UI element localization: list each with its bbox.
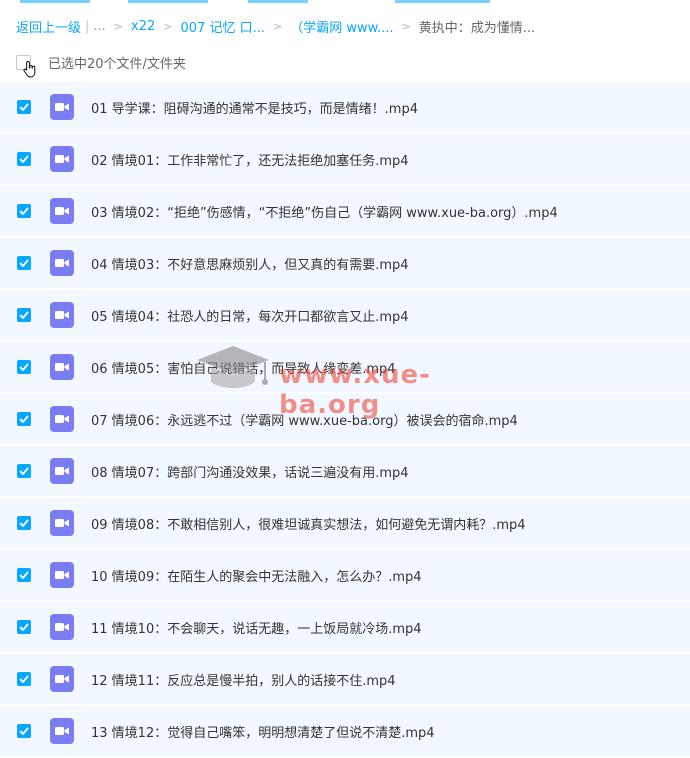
back-link[interactable]: 返回上一级 [16,17,81,36]
checkbox-checked-icon[interactable] [17,360,31,374]
file-name[interactable]: 05 情境04：社恐人的日常，每次开口都欲言又止.mp4 [91,306,409,325]
checkbox-checked-icon[interactable] [17,672,31,686]
file-row[interactable]: 08 情境07：跨部门沟通没效果，话说三遍没有用.mp4 [0,446,690,496]
file-row[interactable]: 02 情境01：工作非常忙了，还无法拒绝加塞任务.mp4 [0,134,690,184]
breadcrumb-ellipsis[interactable]: ... [93,19,105,34]
breadcrumb-item-3[interactable]: （学霸网 www.... [290,17,393,36]
file-row[interactable]: 07 情境06：永远逃不过（学霸网 www.xue-ba.org）被误会的宿命.… [0,394,690,444]
file-row[interactable]: 01 导学课：阻碍沟通的通常不是技巧，而是情绪！.mp4 [0,82,690,132]
file-row[interactable]: 12 情境11：反应总是慢半拍，别人的话接不住.mp4 [0,654,690,704]
video-file-icon [50,146,74,172]
select-all-checkbox[interactable] [16,54,36,77]
checkbox-checked-icon[interactable] [17,308,31,322]
file-row[interactable]: 10 情境09：在陌生人的聚会中无法融入，怎么办？.mp4 [0,550,690,600]
file-row[interactable]: 03 情境02：“拒绝”伤感情，“不拒绝”伤自己（学霸网 www.xue-ba.… [0,186,690,236]
breadcrumb-item-2[interactable]: 007 记忆 口... [181,17,265,36]
file-row[interactable]: 11 情境10：不会聊天，说话无趣，一上饭局就冷场.mp4 [0,602,690,652]
checkbox-checked-icon[interactable] [17,568,31,582]
file-name[interactable]: 03 情境02：“拒绝”伤感情，“不拒绝”伤自己（学霸网 www.xue-ba.… [91,202,558,221]
chevron-right-icon: > [272,19,283,33]
file-name[interactable]: 07 情境06：永远逃不过（学霸网 www.xue-ba.org）被误会的宿命.… [91,410,518,429]
video-file-icon [50,250,74,276]
checkbox-checked-icon[interactable] [17,204,31,218]
video-file-icon [50,406,74,432]
checkbox-checked-icon[interactable] [17,412,31,426]
file-name[interactable]: 10 情境09：在陌生人的聚会中无法融入，怎么办？.mp4 [91,566,422,585]
file-name[interactable]: 11 情境10：不会聊天，说话无趣，一上饭局就冷场.mp4 [91,618,422,637]
file-name[interactable]: 04 情境03：不好意思麻烦别人，但又真的有需要.mp4 [91,254,409,273]
file-name[interactable]: 12 情境11：反应总是慢半拍，别人的话接不住.mp4 [91,670,396,689]
checkbox-checked-icon[interactable] [17,724,31,738]
file-row[interactable]: 05 情境04：社恐人的日常，每次开口都欲言又止.mp4 [0,290,690,340]
checkbox-checked-icon[interactable] [17,464,31,478]
breadcrumb-current: 黄执中：成为懂情... [418,20,536,36]
file-name[interactable]: 09 情境08：不敢相信别人，很难坦诚真实想法，如何避免无谓内耗？.mp4 [91,514,526,533]
file-name[interactable]: 13 情境12：觉得自己嘴笨，明明想清楚了但说不清楚.mp4 [91,722,435,741]
file-list: 01 导学课：阻碍沟通的通常不是技巧，而是情绪！.mp4 02 情境01：工作非常… [0,82,690,758]
selection-count-label: 已选中20个文件/文件夹 [48,56,186,72]
tab-strip [0,0,690,4]
video-file-icon [50,718,74,744]
video-file-icon [50,458,74,484]
breadcrumb-item-1[interactable]: x22 [131,19,155,34]
video-file-icon [50,614,74,640]
breadcrumb-divider: | [85,18,90,34]
video-file-icon [50,302,74,328]
video-file-icon [50,354,74,380]
selection-header: 已选中20个文件/文件夹 [16,52,186,77]
chevron-right-icon: > [163,19,173,33]
checkbox-checked-icon[interactable] [17,620,31,634]
video-file-icon [50,94,74,120]
video-file-icon [50,562,74,588]
file-name[interactable]: 02 情境01：工作非常忙了，还无法拒绝加塞任务.mp4 [91,150,409,169]
hand-pointer-icon [23,60,37,82]
video-file-icon [50,510,74,536]
file-row[interactable]: 04 情境03：不好意思麻烦别人，但又真的有需要.mp4 [0,238,690,288]
file-name[interactable]: 01 导学课：阻碍沟通的通常不是技巧，而是情绪！.mp4 [91,98,418,117]
file-row[interactable]: 06 情境05：害怕自己说错话，而导致人缘变差.mp4 [0,342,690,392]
breadcrumb: 返回上一级 | ... > x22 > 007 记忆 口... > （学霸网 w… [16,16,686,36]
checkbox-checked-icon[interactable] [17,256,31,270]
file-name[interactable]: 08 情境07：跨部门沟通没效果，话说三遍没有用.mp4 [91,462,409,481]
video-file-icon [50,666,74,692]
file-row[interactable]: 09 情境08：不敢相信别人，很难坦诚真实想法，如何避免无谓内耗？.mp4 [0,498,690,548]
video-file-icon [50,198,74,224]
checkbox-checked-icon[interactable] [17,516,31,530]
file-row[interactable]: 13 情境12：觉得自己嘴笨，明明想清楚了但说不清楚.mp4 [0,706,690,756]
chevron-right-icon: > [113,19,124,33]
checkbox-checked-icon[interactable] [17,100,31,114]
chevron-right-icon: > [401,19,411,33]
file-name[interactable]: 06 情境05：害怕自己说错话，而导致人缘变差.mp4 [91,358,396,377]
checkbox-checked-icon[interactable] [17,152,31,166]
